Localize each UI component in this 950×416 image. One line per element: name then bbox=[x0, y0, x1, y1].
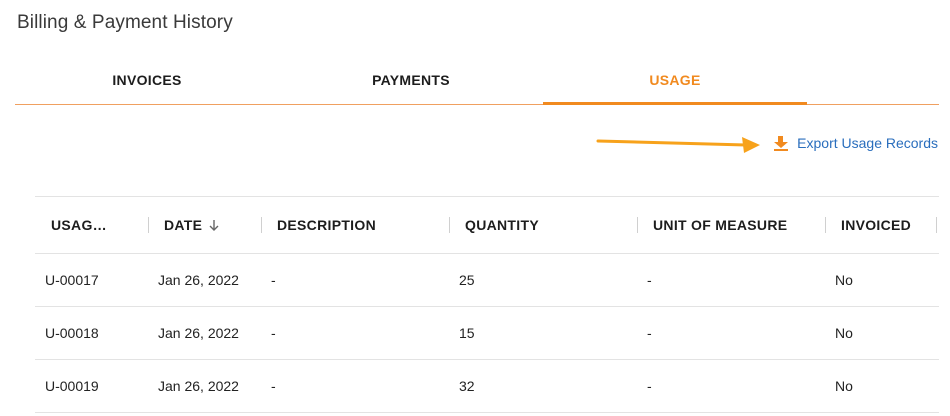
tab-bar: INVOICES PAYMENTS USAGE bbox=[15, 56, 939, 105]
column-header-invoiced[interactable]: INVOICED bbox=[841, 197, 911, 253]
export-usage-records-link[interactable]: Export Usage Records bbox=[797, 135, 938, 151]
column-header-date[interactable]: DATE bbox=[164, 197, 220, 253]
cell-usage-id: U-00019 bbox=[45, 378, 99, 394]
column-header-description-label: DESCRIPTION bbox=[277, 217, 376, 233]
column-header-quantity[interactable]: QUANTITY bbox=[465, 197, 539, 253]
column-header-unit-of-measure[interactable]: UNIT OF MEASURE bbox=[653, 197, 787, 253]
column-divider[interactable] bbox=[449, 217, 450, 233]
cell-invoiced: No bbox=[835, 325, 853, 341]
export-usage-records-button[interactable]: Export Usage Records bbox=[773, 134, 938, 152]
cell-date: Jan 26, 2022 bbox=[158, 378, 239, 394]
page-title: Billing & Payment History bbox=[17, 12, 233, 33]
active-tab-indicator bbox=[543, 102, 807, 105]
cell-unit-of-measure: - bbox=[647, 378, 652, 394]
tab-payments[interactable]: PAYMENTS bbox=[279, 56, 543, 103]
table-header: USAG… DATE DESCRIPTION QUANTITY UNIT OF … bbox=[35, 196, 939, 254]
cell-usage-id: U-00017 bbox=[45, 272, 99, 288]
cell-description: - bbox=[271, 378, 276, 394]
column-header-usage[interactable]: USAG… bbox=[51, 197, 107, 253]
column-divider[interactable] bbox=[936, 217, 937, 233]
column-header-description[interactable]: DESCRIPTION bbox=[277, 197, 376, 253]
column-divider[interactable] bbox=[261, 217, 262, 233]
table-row[interactable]: U-00017 Jan 26, 2022 - 25 - No bbox=[35, 254, 939, 307]
column-header-usage-label: USAG… bbox=[51, 217, 107, 233]
table-row[interactable]: U-00018 Jan 26, 2022 - 15 - No bbox=[35, 307, 939, 360]
column-divider[interactable] bbox=[825, 217, 826, 233]
annotation-arrow-icon bbox=[596, 137, 760, 153]
column-header-unit-of-measure-label: UNIT OF MEASURE bbox=[653, 217, 788, 233]
cell-unit-of-measure: - bbox=[647, 325, 652, 341]
cell-usage-id: U-00018 bbox=[45, 325, 99, 341]
cell-quantity: 15 bbox=[459, 325, 475, 341]
usage-table: USAG… DATE DESCRIPTION QUANTITY UNIT OF … bbox=[35, 196, 939, 413]
table-row[interactable]: U-00019 Jan 26, 2022 - 32 - No bbox=[35, 360, 939, 413]
tab-usage-label: USAGE bbox=[649, 71, 701, 88]
sort-descending-icon[interactable] bbox=[208, 218, 220, 232]
column-header-quantity-label: QUANTITY bbox=[465, 217, 539, 233]
tab-invoices[interactable]: INVOICES bbox=[15, 56, 279, 103]
cell-invoiced: No bbox=[835, 378, 853, 394]
cell-invoiced: No bbox=[835, 272, 853, 288]
cell-description: - bbox=[271, 325, 276, 341]
tab-usage[interactable]: USAGE bbox=[543, 56, 807, 105]
column-divider[interactable] bbox=[148, 217, 149, 233]
cell-description: - bbox=[271, 272, 276, 288]
column-header-date-label: DATE bbox=[164, 217, 203, 233]
download-icon bbox=[774, 136, 789, 151]
cell-date: Jan 26, 2022 bbox=[158, 272, 239, 288]
cell-quantity: 32 bbox=[459, 378, 475, 394]
tab-payments-label: PAYMENTS bbox=[372, 71, 450, 88]
cell-date: Jan 26, 2022 bbox=[158, 325, 239, 341]
column-divider[interactable] bbox=[637, 217, 638, 233]
column-header-invoiced-label: INVOICED bbox=[841, 217, 912, 233]
cell-unit-of-measure: - bbox=[647, 272, 652, 288]
tab-invoices-label: INVOICES bbox=[112, 71, 182, 88]
cell-quantity: 25 bbox=[459, 272, 475, 288]
